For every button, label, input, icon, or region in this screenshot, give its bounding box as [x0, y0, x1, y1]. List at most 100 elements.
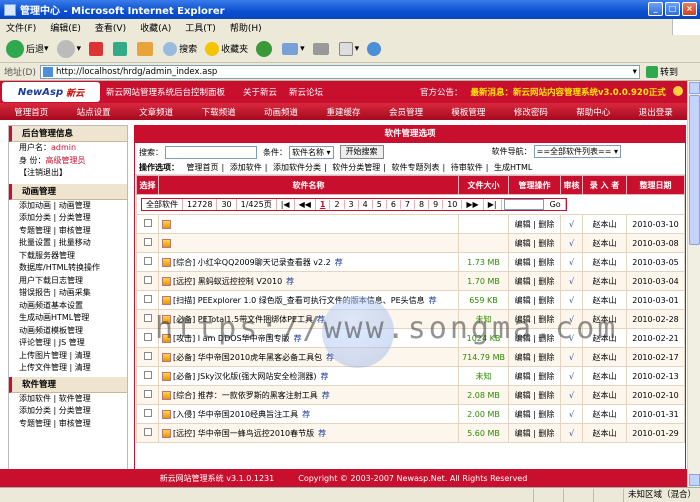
edit-page-button[interactable]: ▾ — [338, 41, 359, 56]
op-manage-category[interactable]: 软件分类管理 — [332, 163, 380, 172]
menu-favorites[interactable]: 收藏(A) — [140, 21, 171, 34]
refresh-button[interactable] — [113, 41, 129, 56]
sidebar-anim-heading[interactable]: 动画管理 — [9, 183, 127, 200]
sidebar-anim-item[interactable]: 下载服务器管理 — [9, 250, 127, 263]
sidebar-soft-item[interactable]: 添加分类 | 分类管理 — [9, 405, 127, 418]
nav-site-settings[interactable]: 站点设置 — [62, 106, 124, 118]
sidebar-anim-item[interactable]: 上传图片管理 | 清理 — [9, 350, 127, 363]
edit-link[interactable]: 编辑 — [515, 391, 531, 400]
sidebar-anim-item[interactable]: 评论管理 | JS 管理 — [9, 337, 127, 350]
stop-button[interactable] — [89, 41, 105, 56]
next-page-button[interactable]: ▶▶ — [462, 199, 484, 210]
sidebar-anim-item[interactable]: 生成动画HTML管理 — [9, 312, 127, 325]
sidebar-anim-item[interactable]: 添加动画 | 动画管理 — [9, 200, 127, 213]
nav-rebuild-cache[interactable]: 重建缓存 — [312, 106, 374, 118]
delete-link[interactable]: 删除 — [538, 353, 554, 362]
delete-link[interactable]: 删除 — [538, 315, 554, 324]
sidebar-soft-item[interactable]: 添加软件 | 软件管理 — [9, 393, 127, 406]
scroll-thumb[interactable] — [689, 95, 700, 245]
row-checkbox[interactable] — [143, 219, 152, 227]
search-input[interactable] — [165, 145, 257, 159]
prev-page-button[interactable]: ◀◀ — [295, 199, 316, 210]
edit-link[interactable]: 编辑 — [515, 258, 531, 267]
page-scrollbar[interactable] — [687, 81, 700, 487]
scroll-down-button[interactable] — [689, 474, 700, 486]
about-link[interactable]: 关于新云 — [243, 86, 277, 98]
software-name-link[interactable]: [必备] JSky汉化版(强大网站安全检测器) — [173, 372, 317, 381]
favorites-button[interactable]: 收藏夹 — [205, 41, 248, 56]
software-name-link[interactable]: [攻击] I am DDOS华中帝国专版 — [173, 334, 290, 343]
check-status[interactable]: √ — [560, 328, 583, 348]
condition-select[interactable]: 软件名称 ▾ — [289, 145, 334, 159]
sidebar-anim-item[interactable]: 动画频道基本设置 — [9, 300, 127, 313]
history-button[interactable] — [256, 40, 274, 57]
row-checkbox[interactable] — [143, 295, 152, 303]
check-status[interactable]: √ — [560, 404, 583, 424]
row-checkbox[interactable] — [143, 276, 152, 284]
first-page-button[interactable]: |◀ — [277, 199, 295, 210]
menu-help[interactable]: 帮助(H) — [230, 21, 262, 34]
close-button[interactable]: × — [682, 2, 697, 16]
software-name-link[interactable]: [扫描] PEExplorer 1.0 绿色版_查看可执行文件的版本信息、PE头… — [173, 296, 425, 305]
nav-templates[interactable]: 模板管理 — [437, 106, 499, 118]
page-number-link[interactable]: 4 — [358, 200, 373, 209]
back-button[interactable]: 后退 ▾ — [6, 39, 49, 58]
row-checkbox[interactable] — [143, 352, 152, 360]
menu-file[interactable]: 文件(F) — [6, 21, 36, 34]
page-number-link[interactable]: 5 — [372, 200, 387, 209]
row-checkbox[interactable] — [143, 390, 152, 398]
edit-link[interactable]: 编辑 — [515, 315, 531, 324]
row-checkbox[interactable] — [143, 314, 152, 322]
check-status[interactable]: √ — [560, 233, 583, 253]
check-status[interactable]: √ — [560, 423, 583, 443]
check-status[interactable]: √ — [560, 347, 583, 367]
page-number-link[interactable]: 7 — [400, 200, 416, 209]
last-page-button[interactable]: ▶| — [484, 199, 502, 210]
sidebar-anim-item[interactable]: 批量设置 | 批量移动 — [9, 237, 127, 250]
nav-help[interactable]: 帮助中心 — [562, 106, 624, 118]
page-number-link[interactable]: 2 — [330, 200, 345, 209]
sidebar-anim-item[interactable]: 上传文件管理 | 清理 — [9, 362, 127, 375]
page-number-link[interactable]: 6 — [386, 200, 401, 209]
edit-link[interactable]: 编辑 — [515, 429, 531, 438]
edit-link[interactable]: 编辑 — [515, 239, 531, 248]
check-status[interactable]: √ — [560, 214, 583, 234]
edit-link[interactable]: 编辑 — [515, 353, 531, 362]
edit-link[interactable]: 编辑 — [515, 410, 531, 419]
check-status[interactable]: √ — [560, 385, 583, 405]
sidebar-soft-heading[interactable]: 软件管理 — [9, 376, 127, 393]
go-button[interactable]: 转到 — [645, 65, 678, 78]
maximize-button[interactable]: □ — [665, 2, 680, 16]
nav-home[interactable]: 管理首页 — [0, 106, 62, 118]
software-name-link[interactable]: [综合] 推荐：一款依罗斯的黑客注射工具 — [173, 391, 318, 400]
messenger-button[interactable] — [367, 41, 383, 56]
delete-link[interactable]: 删除 — [538, 429, 554, 438]
sidebar-anim-item[interactable]: 数据库/HTML转换操作 — [9, 262, 127, 275]
sidebar-soft-item[interactable]: 专题管理 | 审核管理 — [9, 418, 127, 431]
software-name-link[interactable]: [必备] PETotal1.5带文件捆绑体PE工具 — [173, 315, 313, 324]
delete-link[interactable]: 删除 — [538, 220, 554, 229]
delete-link[interactable]: 删除 — [538, 296, 554, 305]
row-checkbox[interactable] — [143, 257, 152, 265]
row-checkbox[interactable] — [143, 409, 152, 417]
page-number-link[interactable]: 3 — [344, 200, 359, 209]
row-checkbox[interactable] — [143, 428, 152, 436]
nav-article[interactable]: 文章频道 — [125, 106, 187, 118]
address-dropdown-icon[interactable]: ▾ — [633, 67, 637, 77]
nav-animation[interactable]: 动画频道 — [250, 106, 312, 118]
delete-link[interactable]: 删除 — [538, 334, 554, 343]
check-status[interactable]: √ — [560, 309, 583, 329]
edit-link[interactable]: 编辑 — [515, 220, 531, 229]
edit-link[interactable]: 编辑 — [515, 334, 531, 343]
check-status[interactable]: √ — [560, 290, 583, 310]
page-number-link[interactable]: 10 — [443, 200, 463, 209]
forward-button[interactable]: ▾ — [56, 39, 81, 58]
address-input[interactable]: http://localhost/hrdg/admin_index.asp ▾ — [39, 64, 640, 79]
software-name-link[interactable]: [综合] 小红伞QQ2009聊天记录查看器 v2.2 — [173, 258, 331, 267]
page-number-link[interactable]: 8 — [415, 200, 430, 209]
scroll-up-button[interactable] — [689, 82, 700, 94]
delete-link[interactable]: 删除 — [538, 258, 554, 267]
software-name-link[interactable]: [入侵] 华中帝国2010经典旨注工具 — [173, 410, 298, 419]
row-checkbox[interactable] — [143, 371, 152, 379]
nav-download[interactable]: 下载频道 — [187, 106, 249, 118]
